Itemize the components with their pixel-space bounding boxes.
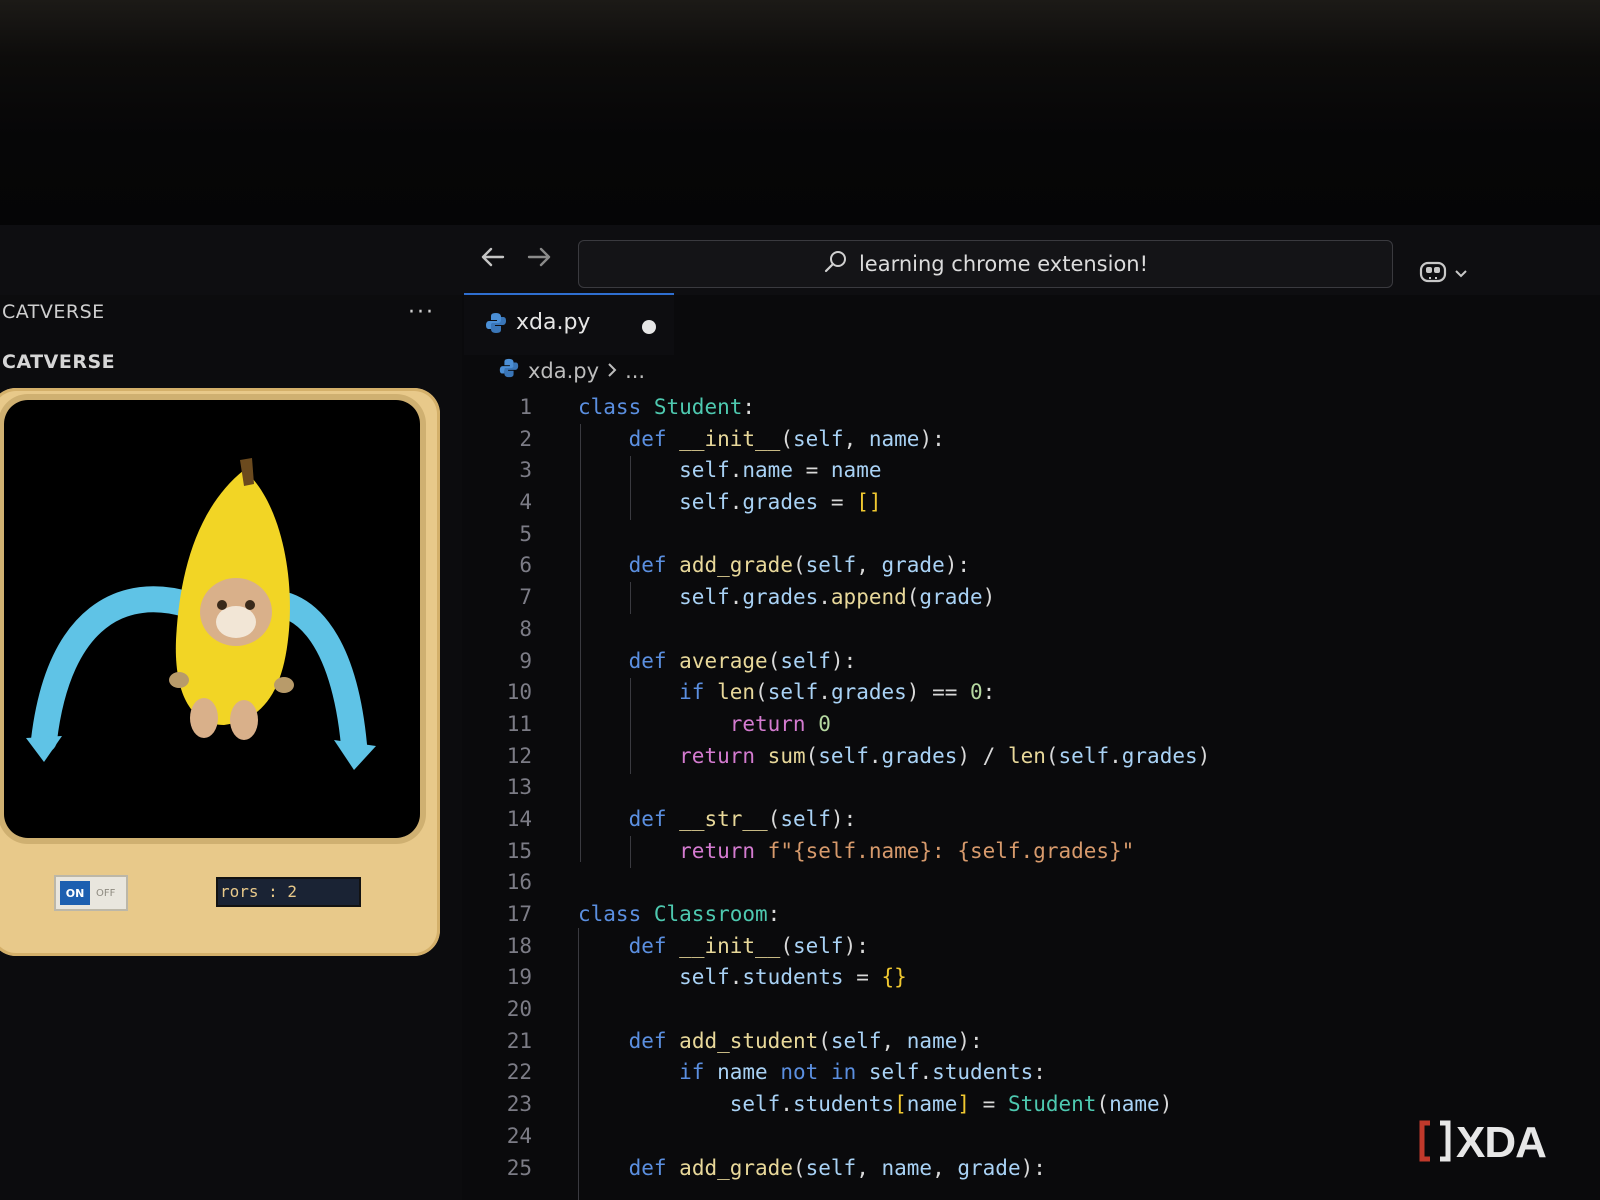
xda-brand: XDA: [1456, 1118, 1547, 1167]
line-number: 12: [506, 743, 532, 768]
line-number: 24: [506, 1123, 532, 1148]
code-text: class Student:: [578, 395, 756, 419]
code-line: 2 def __init__(self, name):: [490, 424, 1590, 456]
code-line: 20: [490, 994, 1590, 1026]
line-number: 11: [506, 711, 532, 736]
xda-logo-icon: [1418, 1119, 1452, 1167]
code-line: 1 class Student:: [490, 392, 1590, 424]
search-text: learning chrome extension!: [858, 252, 1149, 276]
line-number: 13: [506, 775, 532, 800]
toggle-off-label: OFF: [96, 887, 116, 899]
code-text: def add_grade(self, name, grade):: [628, 1155, 1046, 1180]
breadcrumb-file[interactable]: xda.py: [528, 359, 599, 383]
monitor-bezel: [0, 0, 1600, 230]
copilot-icon: [1418, 257, 1448, 289]
code-line: 15 return f"{self.name}: {self.grades}": [490, 836, 1590, 868]
forward-arrow-icon[interactable]: [524, 243, 554, 273]
code-text: def add_student(self, name):: [628, 1028, 983, 1053]
code-text: if len(self.grades) == 0:: [679, 680, 996, 705]
code-text: self.students[name] = Student(name): [729, 1092, 1173, 1117]
line-number: 4: [519, 490, 532, 515]
xda-watermark: XDA: [1418, 1118, 1547, 1168]
line-number: 16: [506, 870, 532, 895]
code-line: 23 self.students[name] = Student(name): [490, 1089, 1590, 1121]
code-line: 8: [490, 614, 1590, 646]
code-line: 6 def add_grade(self, grade):: [490, 550, 1590, 582]
code-line: 19 self.students = {}: [490, 962, 1590, 994]
line-number: 21: [506, 1028, 532, 1053]
code-line: 21 def add_student(self, name):: [490, 1026, 1590, 1058]
code-text: return sum(self.grades) / len(self.grade…: [679, 743, 1211, 768]
python-file-icon: [484, 311, 508, 339]
code-text: self.grades.append(grade): [679, 585, 996, 610]
line-number: 2: [519, 426, 532, 451]
line-number: 20: [506, 997, 532, 1022]
code-line: 11 return 0: [490, 709, 1590, 741]
breadcrumb: xda.py ...: [498, 357, 645, 384]
line-number: 19: [506, 965, 532, 990]
code-line: 13: [490, 772, 1590, 804]
chevron-right-icon: [607, 359, 617, 383]
more-actions-icon[interactable]: ···: [408, 300, 435, 325]
breadcrumb-more[interactable]: ...: [625, 359, 645, 383]
search-icon: [823, 249, 849, 279]
code-line: 17 class Classroom:: [490, 899, 1590, 931]
line-number: 18: [506, 933, 532, 958]
toggle-on-label: ON: [60, 881, 90, 905]
code-line: 22 if name not in self.students:: [490, 1057, 1590, 1089]
code-text: self.name = name: [679, 458, 882, 483]
python-file-icon: [498, 357, 520, 384]
line-number: 5: [519, 521, 532, 546]
code-text: def average(self):: [628, 648, 857, 673]
code-text: self.students = {}: [679, 965, 907, 990]
chevron-down-icon: [1454, 264, 1468, 283]
back-arrow-icon[interactable]: [478, 243, 508, 273]
line-number: 22: [506, 1060, 532, 1085]
line-number: 7: [519, 585, 532, 610]
code-text: def __str__(self):: [628, 806, 857, 831]
errors-counter: rors : 2: [216, 877, 361, 907]
code-line: 12 return sum(self.grades) / len(self.gr…: [490, 741, 1590, 773]
line-number: 3: [519, 458, 532, 483]
tab-xda-py[interactable]: xda.py: [464, 293, 674, 355]
code-text: def __init__(self, name):: [628, 426, 945, 451]
code-text: def __init__(self):: [628, 933, 869, 958]
line-number: 1: [519, 395, 532, 419]
line-number: 10: [506, 680, 532, 705]
line-number: 14: [506, 806, 532, 831]
code-line: 3 self.name = name: [490, 455, 1590, 487]
line-number: 17: [506, 902, 532, 926]
sidebar-title: CATVERSE: [2, 301, 105, 323]
code-text: if name not in self.students:: [679, 1060, 1046, 1085]
code-line: 9 def average(self):: [490, 646, 1590, 678]
power-toggle[interactable]: ON OFF: [54, 875, 128, 911]
code-line: 16: [490, 867, 1590, 899]
line-number: 15: [506, 838, 532, 863]
tab-label: xda.py: [516, 310, 591, 335]
code-text: def add_grade(self, grade):: [628, 553, 971, 578]
code-line: 7 self.grades.append(grade): [490, 582, 1590, 614]
code-line: 5: [490, 519, 1590, 551]
line-number: 25: [506, 1155, 532, 1180]
line-number: 6: [519, 553, 532, 578]
line-number: 23: [506, 1092, 532, 1117]
code-line: 18 def __init__(self):: [490, 931, 1590, 963]
code-line: 4 self.grades = []: [490, 487, 1590, 519]
line-number: 9: [519, 648, 532, 673]
copilot-menu[interactable]: [1418, 257, 1468, 289]
code-text: return 0: [729, 711, 831, 736]
pet-display: [4, 400, 420, 838]
code-line: 14 def __str__(self):: [490, 804, 1590, 836]
code-text: class Classroom:: [578, 902, 781, 926]
code-editor[interactable]: 1 class Student: 2 def __init__(self, nam…: [490, 392, 1590, 1184]
command-center-search[interactable]: learning chrome extension!: [578, 240, 1393, 288]
line-number: 8: [519, 616, 532, 641]
code-text: self.grades = []: [679, 490, 882, 515]
code-line: 10 if len(self.grades) == 0:: [490, 677, 1590, 709]
unsaved-dot-icon[interactable]: [642, 320, 656, 334]
section-title[interactable]: CATVERSE: [2, 351, 115, 373]
code-text: return f"{self.name}: {self.grades}": [679, 838, 1135, 863]
banana-cat-image: [26, 458, 376, 770]
